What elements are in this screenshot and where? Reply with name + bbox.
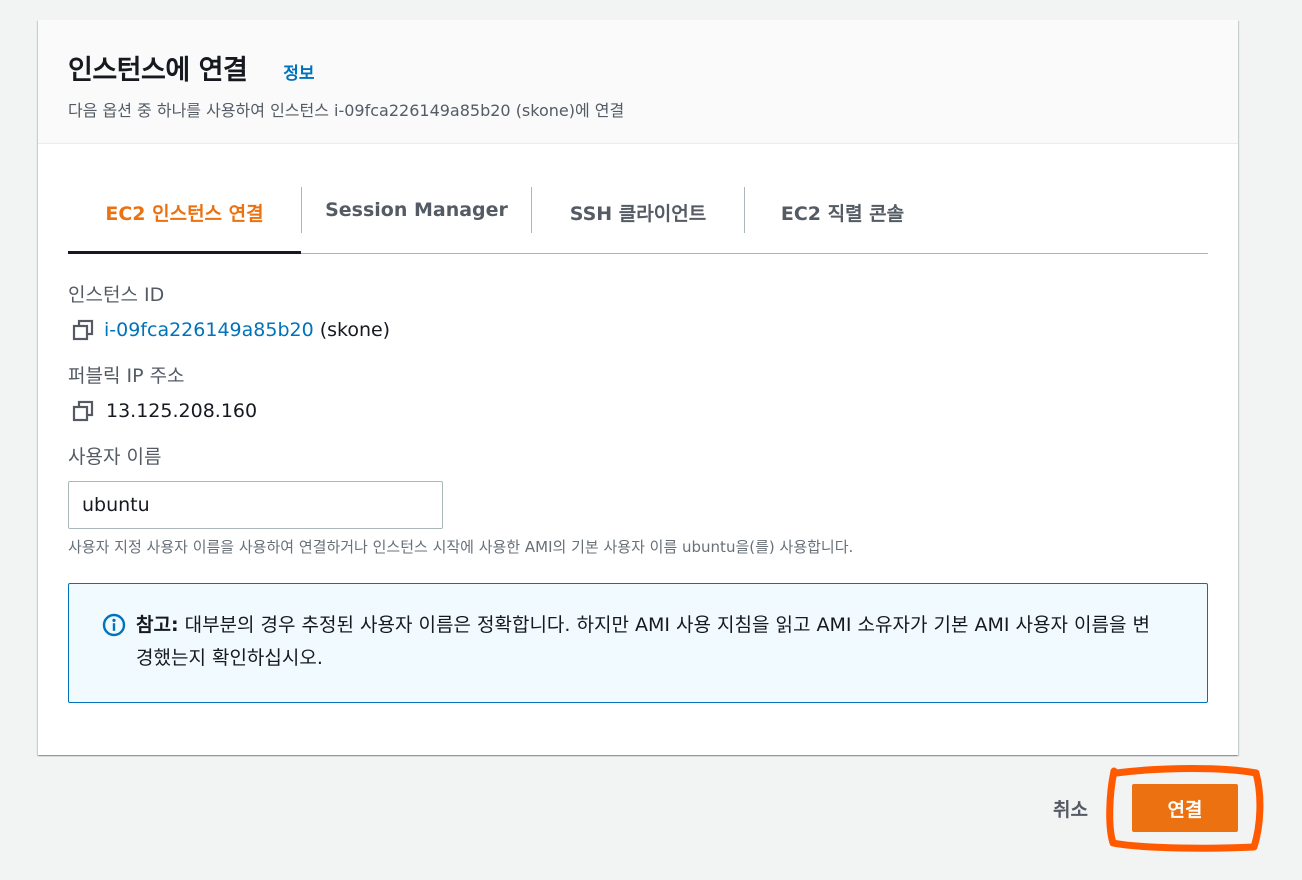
username-section: 사용자 이름 사용자 지정 사용자 이름을 사용하여 연결하거나 인스턴스 시작…: [68, 442, 1208, 557]
info-circle-icon: [102, 613, 126, 637]
panel-body: EC2 인스턴스 연결 Session Manager SSH 클라이언트 EC…: [38, 187, 1238, 703]
footer-actions: 취소 연결: [1053, 784, 1238, 832]
username-input[interactable]: [68, 481, 443, 529]
info-alert: 참고: 대부분의 경우 추정된 사용자 이름은 정확합니다. 하지만 AMI 사…: [68, 583, 1208, 703]
copy-icon[interactable]: [72, 400, 94, 422]
tab-ssh-client[interactable]: SSH 클라이언트: [532, 187, 744, 253]
instance-id-row: i-09fca226149a85b20 (skone): [68, 319, 1208, 341]
tab-session-manager[interactable]: Session Manager: [302, 187, 531, 253]
instance-id-section: 인스턴스 ID i-09fca226149a85b20 (skone): [68, 280, 1208, 341]
page-subtitle: 다음 옵션 중 하나를 사용하여 인스턴스 i-09fca226149a85b2…: [68, 101, 625, 120]
panel-header: 인스턴스에 연결 정보 다음 옵션 중 하나를 사용하여 인스턴스 i-09fc…: [38, 20, 1238, 144]
tab-ec2-instance-connect[interactable]: EC2 인스턴스 연결: [68, 187, 301, 254]
instance-id-label: 인스턴스 ID: [68, 284, 165, 306]
copy-icon[interactable]: [72, 319, 94, 341]
public-ip-row: 13.125.208.160: [68, 400, 1208, 422]
public-ip-section: 퍼블릭 IP 주소 13.125.208.160: [68, 361, 1208, 422]
tab-ec2-serial-console[interactable]: EC2 직렬 콘솔: [745, 187, 940, 253]
instance-name: (skone): [319, 319, 391, 341]
connect-instance-panel: 인스턴스에 연결 정보 다음 옵션 중 하나를 사용하여 인스턴스 i-09fc…: [38, 20, 1238, 755]
alert-message: 대부분의 경우 추정된 사용자 이름은 정확합니다. 하지만 AMI 사용 지침…: [136, 614, 1150, 669]
public-ip-label: 퍼블릭 IP 주소: [68, 365, 185, 387]
info-link[interactable]: 정보: [283, 59, 314, 84]
connection-method-tabs: EC2 인스턴스 연결 Session Manager SSH 클라이언트 EC…: [68, 187, 1208, 254]
username-label: 사용자 이름: [68, 446, 162, 468]
username-hint: 사용자 지정 사용자 이름을 사용하여 연결하거나 인스턴스 시작에 사용한 A…: [68, 538, 854, 556]
cancel-button[interactable]: 취소: [1053, 795, 1088, 822]
alert-prefix: 참고:: [136, 614, 179, 636]
public-ip-value: 13.125.208.160: [106, 400, 258, 422]
alert-text: 참고: 대부분의 경우 추정된 사용자 이름은 정확합니다. 하지만 AMI 사…: [136, 609, 1167, 675]
instance-id-link[interactable]: i-09fca226149a85b20: [104, 319, 314, 341]
page-title: 인스턴스에 연결: [68, 55, 248, 86]
connect-button[interactable]: 연결: [1132, 784, 1238, 832]
